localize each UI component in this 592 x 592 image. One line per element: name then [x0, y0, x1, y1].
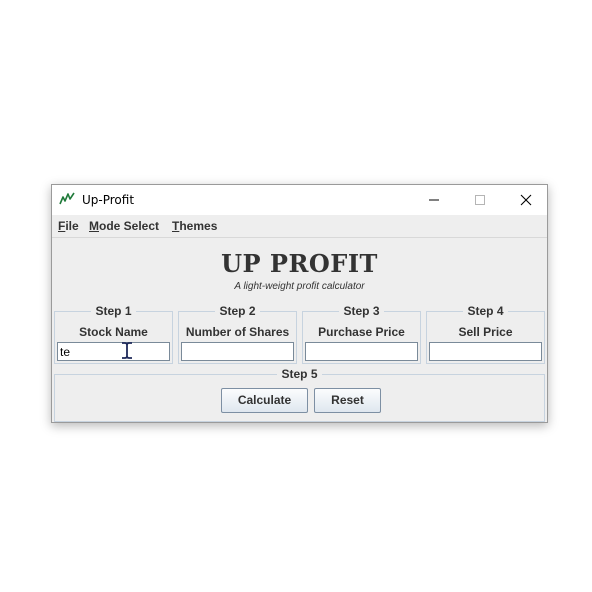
- menu-mode-select-label: ode Select: [99, 219, 160, 233]
- chart-trend-icon: [59, 192, 75, 205]
- step-legend: Step 5: [55, 367, 544, 381]
- step-4-legend: Step 4: [463, 304, 508, 318]
- step-5-legend: Step 5: [277, 367, 322, 381]
- purchase-price-input[interactable]: [305, 342, 418, 361]
- step-legend: Step 2: [179, 304, 296, 318]
- app-subtitle: A light-weight profit calculator: [234, 281, 365, 292]
- step-1-legend: Step 1: [91, 304, 136, 318]
- step-legend: Step 3: [303, 304, 420, 318]
- step-legend: Step 1: [55, 304, 172, 318]
- stock-name-input[interactable]: [57, 342, 170, 361]
- step-4-panel: Step 4 Sell Price: [426, 304, 545, 364]
- number-of-shares-input[interactable]: [181, 342, 294, 361]
- menu-file[interactable]: File: [58, 219, 79, 233]
- step-2-legend: Step 2: [215, 304, 260, 318]
- close-button[interactable]: [503, 185, 549, 215]
- step-2-panel: Step 2 Number of Shares: [178, 304, 297, 364]
- menu-bar: File Mode Select Themes: [52, 215, 547, 238]
- step-3-legend: Step 3: [339, 304, 384, 318]
- minimize-icon: [429, 199, 439, 201]
- menu-themes-label: hemes: [179, 219, 218, 233]
- window-title: Up-Profit: [82, 193, 135, 207]
- menu-mode-select-mnemonic: M: [89, 219, 99, 233]
- minimize-button[interactable]: [411, 185, 457, 215]
- maximize-button[interactable]: [457, 185, 503, 215]
- app-title: UP PROFIT: [221, 249, 378, 278]
- menu-themes[interactable]: Themes: [172, 219, 217, 233]
- title-bar[interactable]: Up-Profit: [52, 185, 547, 215]
- purchase-price-label: Purchase Price: [318, 325, 405, 339]
- sell-price-input[interactable]: [429, 342, 542, 361]
- reset-button[interactable]: Reset: [314, 388, 381, 413]
- menu-file-label: ile: [65, 219, 79, 233]
- step-3-panel: Step 3 Purchase Price: [302, 304, 421, 364]
- step-1-panel: Step 1 Stock Name: [54, 304, 173, 364]
- calculate-button[interactable]: Calculate: [221, 388, 308, 413]
- maximize-icon: [475, 195, 485, 205]
- sell-price-label: Sell Price: [458, 325, 513, 339]
- stock-name-label: Stock Name: [79, 325, 148, 339]
- number-of-shares-label: Number of Shares: [185, 325, 290, 339]
- step-legend: Step 4: [427, 304, 544, 318]
- app-window: Up-Profit File Mode Select Themes UP PRO…: [51, 184, 548, 423]
- close-icon: [520, 194, 532, 206]
- menu-mode-select[interactable]: Mode Select: [89, 219, 159, 233]
- step-5-panel: Step 5 Calculate Reset: [54, 367, 545, 422]
- text-cursor-icon: [122, 342, 132, 359]
